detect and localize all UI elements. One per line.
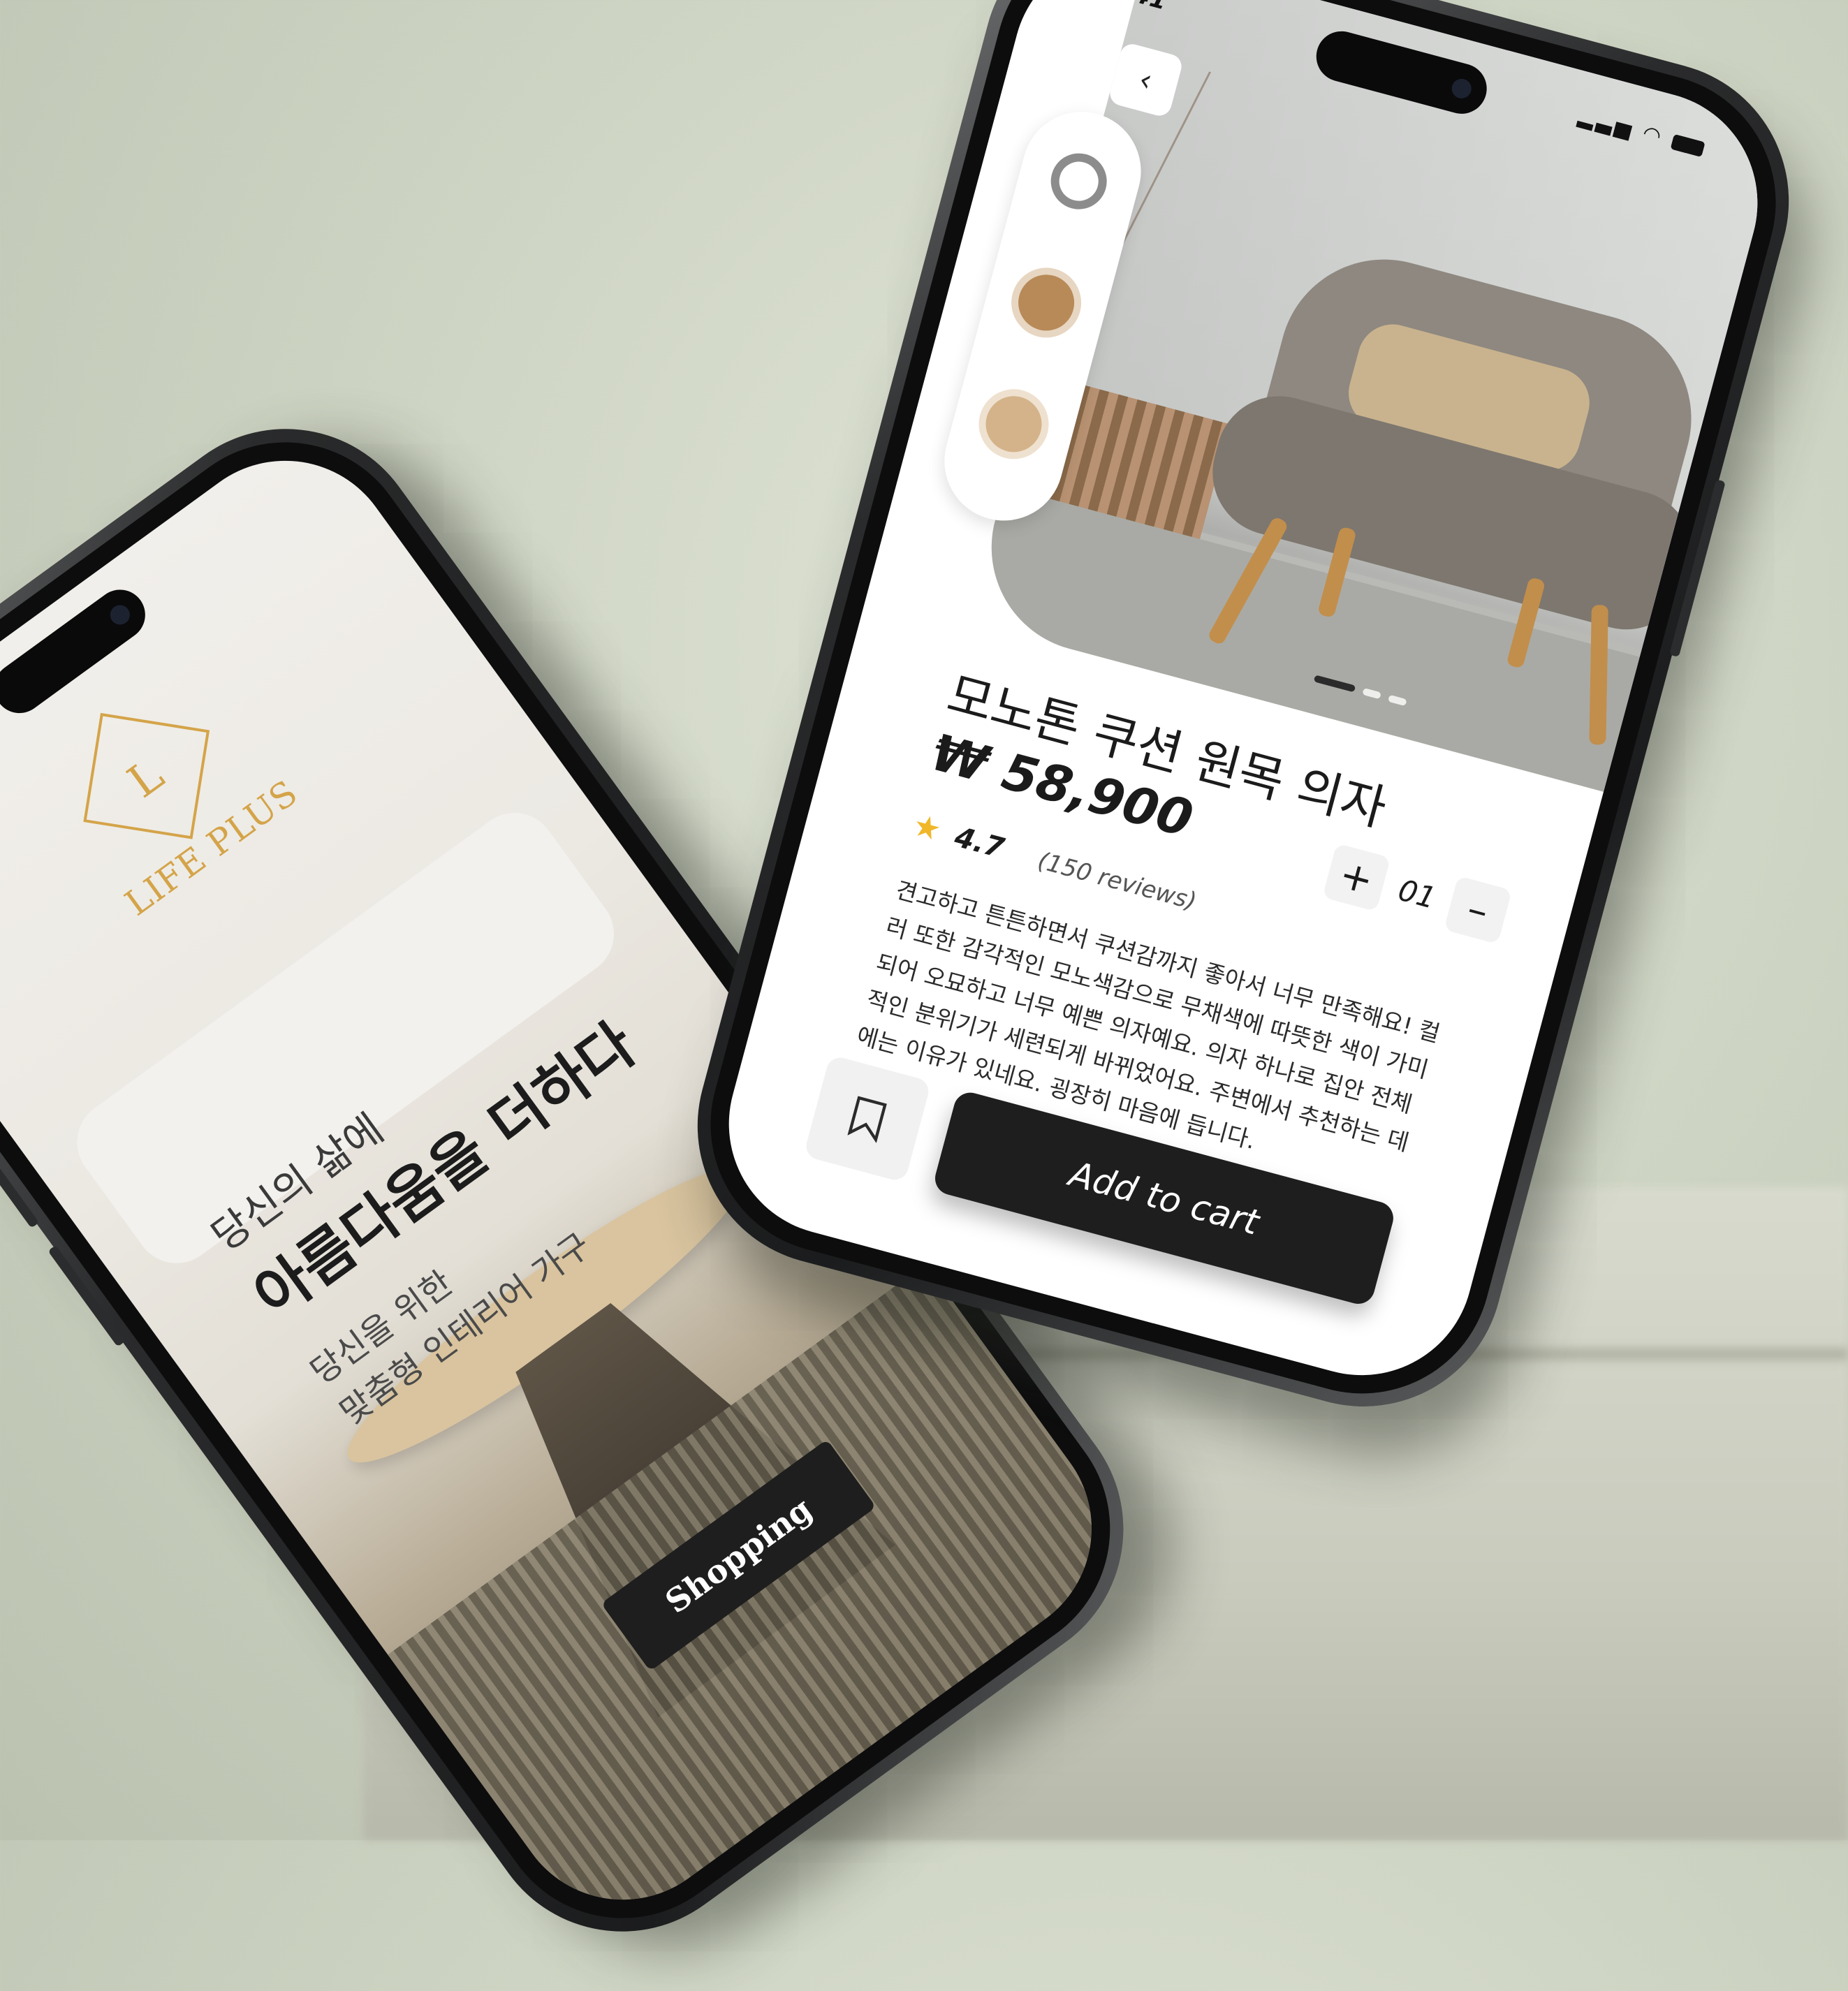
quantity-stepper: + 01 – [1322, 843, 1513, 945]
chair-leg [1589, 605, 1608, 745]
status-time: 9:41 [1106, 0, 1170, 16]
star-icon: ★ [909, 807, 946, 849]
color-swatch-beige[interactable] [979, 390, 1048, 459]
rating-value: 4.7 [951, 821, 1008, 865]
review-count[interactable]: (150 reviews) [1035, 846, 1200, 916]
color-swatch-gray[interactable] [1044, 147, 1113, 216]
carousel-dot[interactable] [1362, 687, 1381, 700]
chevron-left-icon: ‹ [1135, 61, 1157, 99]
logo-letter: L [119, 749, 174, 809]
color-swatch-brown[interactable] [1012, 268, 1081, 337]
bookmark-icon [847, 1096, 887, 1143]
quantity-value: 01 [1394, 872, 1440, 916]
wifi-icon: ◠ [1640, 120, 1667, 150]
battery-icon [1670, 133, 1706, 157]
logo-diamond-icon: L [83, 712, 210, 839]
brand-logo: L LIFE PLUS [41, 678, 305, 924]
carousel-dot[interactable] [1387, 694, 1407, 707]
bookmark-button[interactable] [803, 1055, 932, 1183]
